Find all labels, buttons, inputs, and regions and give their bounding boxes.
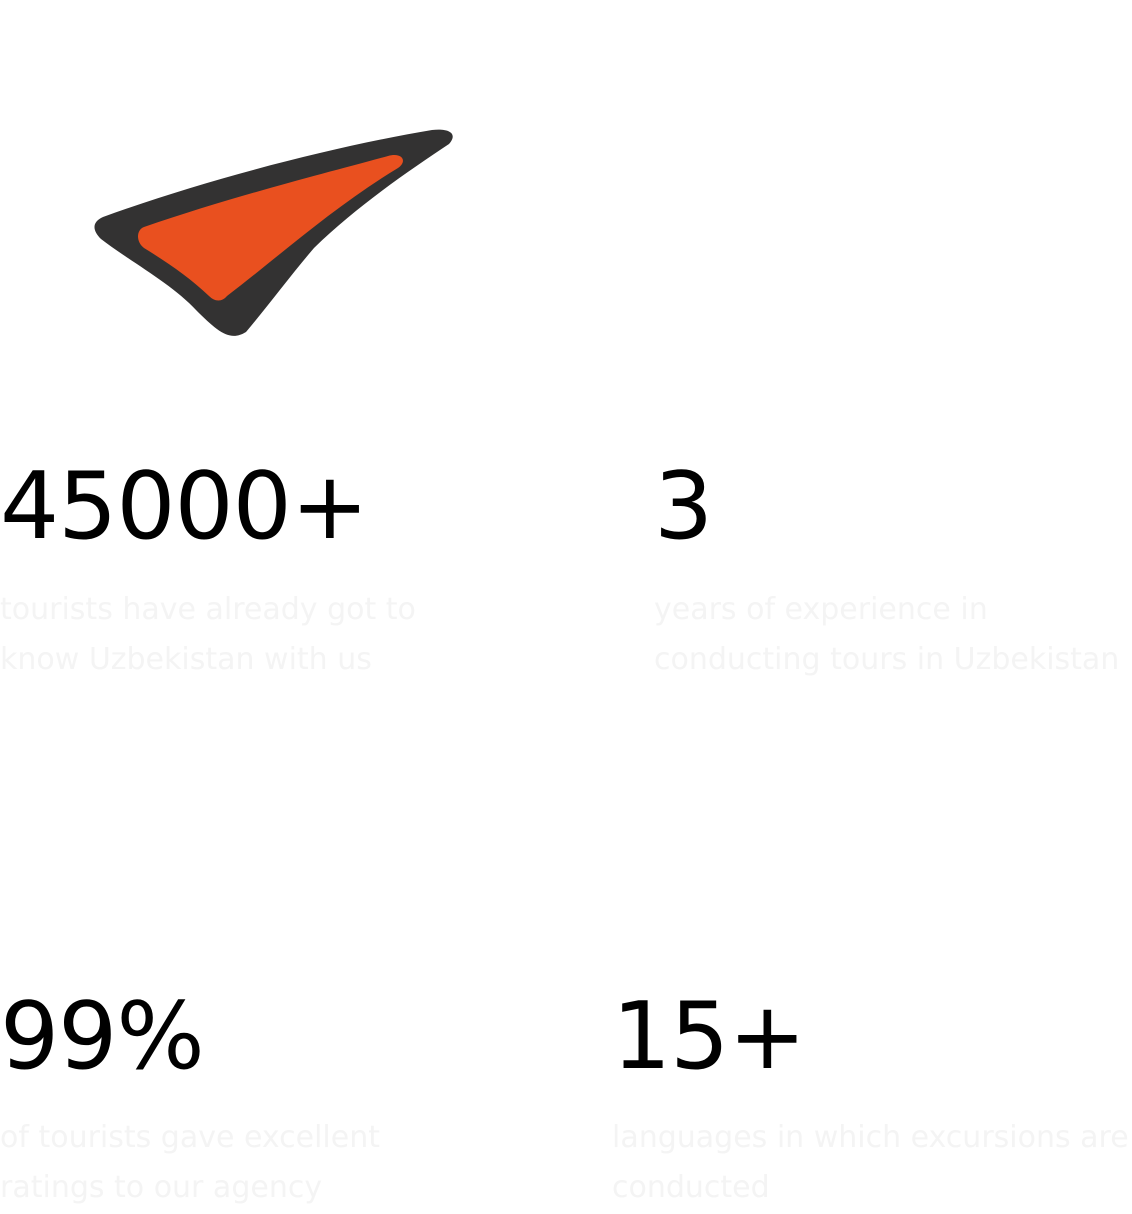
stat-value: 15+ bbox=[612, 982, 806, 1090]
stat-years-experience: 3 years of experience in conducting tour… bbox=[654, 460, 1124, 685]
arrowhead-logo-icon bbox=[94, 129, 453, 336]
stat-description: years of experience in conducting tours … bbox=[654, 592, 1120, 677]
stat-languages: 15+ languages in which excursions are co… bbox=[612, 990, 1132, 1213]
stat-description: of tourists gave excellent ratings to ou… bbox=[0, 1120, 380, 1205]
stat-tourists: 45000+ tourists have already got to know… bbox=[0, 460, 440, 685]
stat-description: tourists have already got to know Uzbeki… bbox=[0, 592, 416, 677]
stat-description: languages in which excursions are conduc… bbox=[612, 1120, 1129, 1205]
stat-value: 99% bbox=[0, 982, 205, 1090]
stat-ratings: 99% of tourists gave excellent ratings t… bbox=[0, 990, 440, 1213]
stat-value: 3 bbox=[654, 452, 713, 560]
stat-value: 45000+ bbox=[0, 452, 369, 560]
